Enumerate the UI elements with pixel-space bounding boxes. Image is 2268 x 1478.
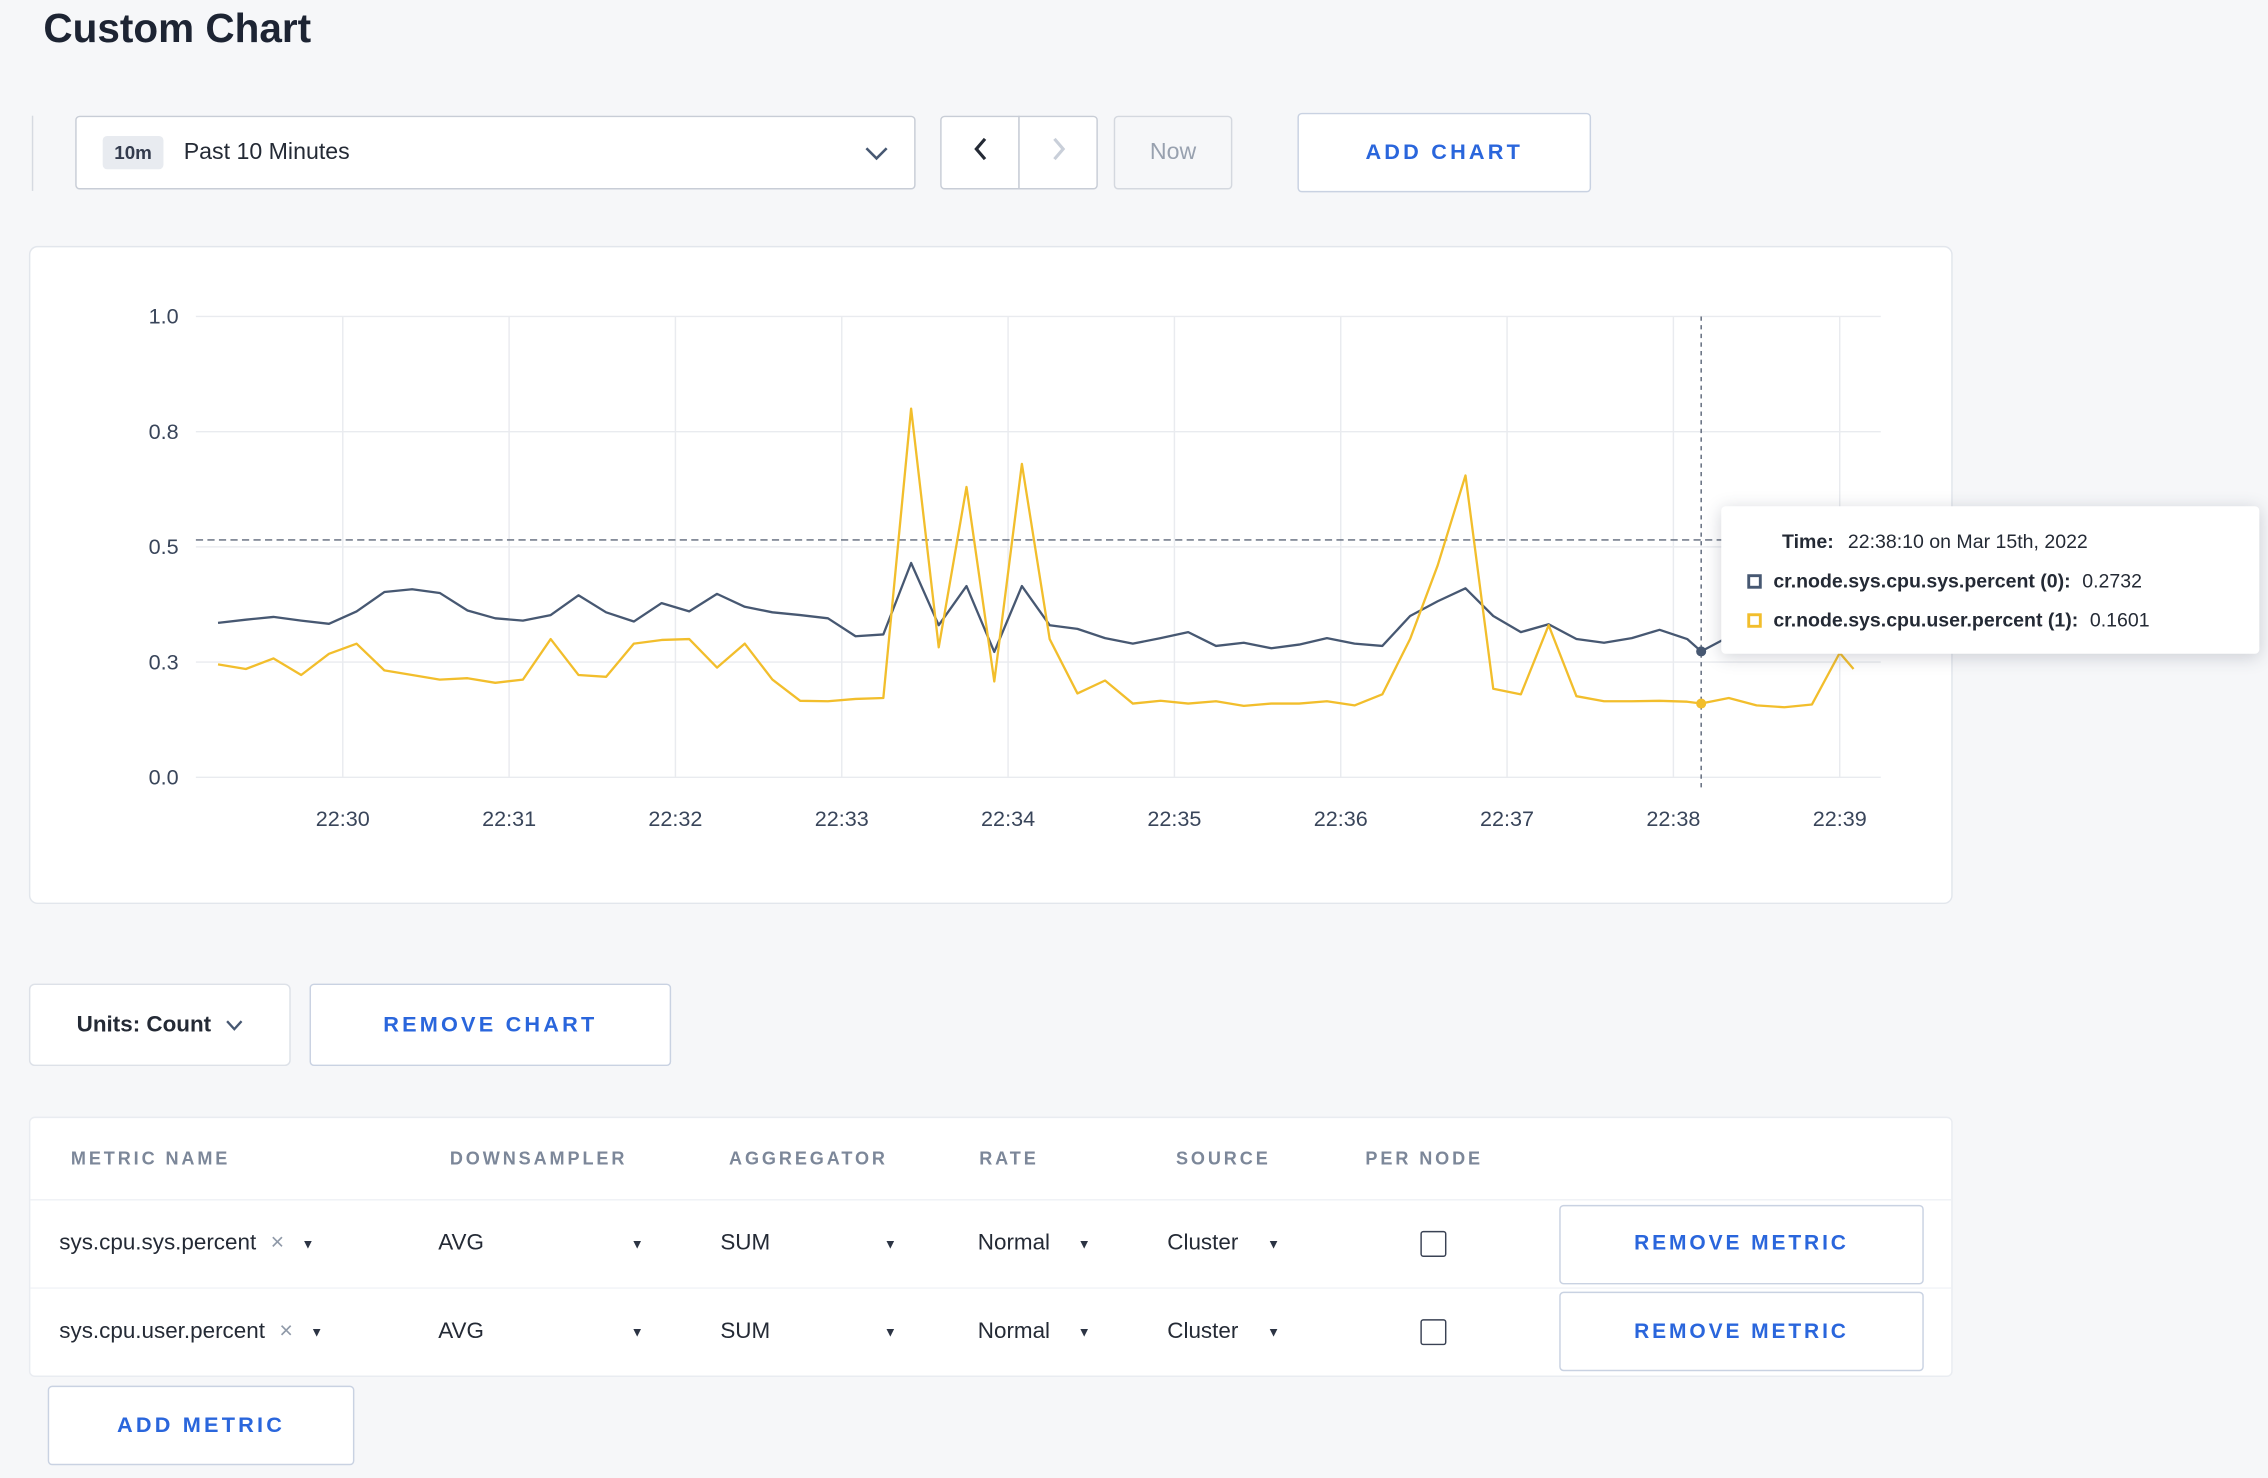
remove-chart-button[interactable]: REMOVE CHART xyxy=(309,983,672,1067)
time-nav-group xyxy=(940,115,1098,190)
aggregator-value: SUM xyxy=(720,1230,771,1256)
caret-down-icon: ▼ xyxy=(630,1236,644,1252)
metric-row: sys.cpu.user.percent × ▼ AVG ▼ SUM ▼ Nor… xyxy=(30,1287,1952,1374)
clear-metric-icon[interactable]: × xyxy=(279,1318,293,1344)
svg-text:22:36: 22:36 xyxy=(1314,806,1368,831)
svg-text:0.8: 0.8 xyxy=(149,419,179,444)
svg-text:0.0: 0.0 xyxy=(149,764,179,789)
metric-name-select[interactable]: sys.cpu.sys.percent × ▼ xyxy=(30,1231,438,1257)
per-node-checkbox[interactable] xyxy=(1420,1318,1447,1345)
metric-name-select[interactable]: sys.cpu.user.percent × ▼ xyxy=(30,1318,438,1344)
tooltip-series-value: 0.2732 xyxy=(2082,569,2143,592)
svg-text:22:33: 22:33 xyxy=(815,806,869,831)
header-downsampler: DOWNSAMPLER xyxy=(449,1148,628,1169)
time-window-label: Past 10 Minutes xyxy=(183,139,350,165)
aggregator-select[interactable]: SUM ▼ xyxy=(720,1231,908,1257)
tooltip-series-label: cr.node.sys.cpu.user.percent (1): xyxy=(1773,608,2079,631)
downsampler-value: AVG xyxy=(438,1230,484,1256)
metrics-table-header: METRIC NAME DOWNSAMPLER AGGREGATOR RATE … xyxy=(30,1118,1952,1201)
downsampler-select[interactable]: AVG ▼ xyxy=(438,1231,655,1257)
svg-text:0.3: 0.3 xyxy=(149,649,179,674)
clear-metric-icon[interactable]: × xyxy=(271,1231,285,1257)
svg-text:22:35: 22:35 xyxy=(1147,806,1201,831)
series-user-swatch-icon xyxy=(1747,612,1762,628)
aggregator-value: SUM xyxy=(720,1318,771,1344)
svg-text:0.5: 0.5 xyxy=(149,534,179,559)
add-metric-button[interactable]: ADD METRIC xyxy=(47,1385,355,1466)
tooltip-time-value: 22:38:10 on Mar 15th, 2022 xyxy=(1847,530,2088,553)
metrics-table: METRIC NAME DOWNSAMPLER AGGREGATOR RATE … xyxy=(28,1116,1953,1377)
toolbar-divider xyxy=(31,115,34,191)
timeseries-chart[interactable]: 0.0 0.3 0.5 0.8 1.0 22:30 22:31 22:32 22:33 22:34… xyxy=(30,247,1951,902)
tooltip-series-row: cr.node.sys.cpu.sys.percent (0): 0.2732 xyxy=(1747,570,2233,592)
tooltip-series-label: cr.node.sys.cpu.sys.percent (0): xyxy=(1773,569,2071,592)
time-next-button[interactable] xyxy=(1018,115,1098,190)
tooltip-time-label: Time: xyxy=(1782,530,1834,553)
metric-name-label: sys.cpu.user.percent xyxy=(59,1318,265,1344)
units-label: Units: Count xyxy=(76,1011,212,1037)
time-prev-button[interactable] xyxy=(940,115,1020,190)
header-rate: RATE xyxy=(979,1148,1039,1169)
metric-row: sys.cpu.sys.percent × ▼ AVG ▼ SUM ▼ Norm… xyxy=(30,1201,1951,1288)
svg-text:22:30: 22:30 xyxy=(316,806,370,831)
caret-down-icon: ▼ xyxy=(1077,1324,1091,1339)
source-select[interactable]: Cluster ▼ xyxy=(1167,1318,1291,1344)
chevron-right-icon xyxy=(1048,136,1068,169)
caret-down-icon: ▼ xyxy=(1267,1324,1281,1339)
add-chart-button[interactable]: ADD CHART xyxy=(1297,112,1592,193)
caret-down-icon: ▼ xyxy=(883,1324,897,1339)
svg-text:22:32: 22:32 xyxy=(648,806,702,831)
header-metric-name: METRIC NAME xyxy=(70,1148,231,1169)
svg-text:1.0: 1.0 xyxy=(149,304,179,329)
header-per-node: PER NODE xyxy=(1365,1148,1484,1169)
time-window-badge: 10m xyxy=(102,135,164,170)
units-select[interactable]: Units: Count xyxy=(28,983,291,1067)
chart-tooltip: Time: 22:38:10 on Mar 15th, 2022 cr.node… xyxy=(1721,506,2260,654)
remove-metric-button[interactable]: REMOVE METRIC xyxy=(1559,1204,1924,1284)
time-window-select[interactable]: 10m Past 10 Minutes xyxy=(75,115,916,190)
header-source: SOURCE xyxy=(1175,1148,1271,1169)
rate-value: Normal xyxy=(977,1230,1051,1256)
svg-text:22:38: 22:38 xyxy=(1646,806,1700,831)
downsampler-select[interactable]: AVG ▼ xyxy=(438,1318,655,1344)
chevron-left-icon xyxy=(970,136,990,169)
page-title: Custom Chart xyxy=(43,5,312,51)
rate-select[interactable]: Normal ▼ xyxy=(978,1231,1102,1257)
caret-down-icon: ▼ xyxy=(630,1324,644,1339)
caret-down-icon: ▼ xyxy=(883,1236,897,1252)
series-sys-swatch-icon xyxy=(1747,573,1762,588)
source-value: Cluster xyxy=(1167,1230,1239,1256)
svg-text:22:34: 22:34 xyxy=(981,806,1035,831)
caret-down-icon: ▼ xyxy=(1267,1236,1281,1252)
tooltip-series-value: 0.1601 xyxy=(2089,608,2150,631)
source-select[interactable]: Cluster ▼ xyxy=(1167,1231,1291,1257)
now-button[interactable]: Now xyxy=(1113,115,1233,190)
caret-down-icon: ▼ xyxy=(1077,1236,1091,1252)
per-node-checkbox[interactable] xyxy=(1420,1230,1447,1257)
svg-text:22:37: 22:37 xyxy=(1480,806,1534,831)
remove-metric-button[interactable]: REMOVE METRIC xyxy=(1559,1291,1924,1372)
header-aggregator: AGGREGATOR xyxy=(729,1148,888,1169)
downsampler-value: AVG xyxy=(438,1318,484,1344)
caret-down-icon: ▼ xyxy=(310,1324,324,1339)
custom-chart-page: Custom Chart 10m Past 10 Minutes Now ADD… xyxy=(0,0,2268,1478)
chevron-down-icon xyxy=(865,145,888,160)
metric-name-label: sys.cpu.sys.percent xyxy=(59,1230,257,1256)
chart-card: 0.0 0.3 0.5 0.8 1.0 22:30 22:31 22:32 22:33 22:34… xyxy=(28,245,1953,905)
svg-text:22:39: 22:39 xyxy=(1813,806,1867,831)
tooltip-series-row: cr.node.sys.cpu.user.percent (1): 0.1601 xyxy=(1747,609,2233,631)
aggregator-select[interactable]: SUM ▼ xyxy=(720,1318,908,1344)
source-value: Cluster xyxy=(1167,1318,1239,1344)
rate-value: Normal xyxy=(977,1318,1051,1344)
rate-select[interactable]: Normal ▼ xyxy=(978,1318,1102,1344)
tooltip-time-row: Time: 22:38:10 on Mar 15th, 2022 xyxy=(1782,531,2233,553)
chevron-down-icon xyxy=(226,1012,243,1038)
svg-text:22:31: 22:31 xyxy=(482,806,536,831)
caret-down-icon: ▼ xyxy=(301,1236,315,1252)
